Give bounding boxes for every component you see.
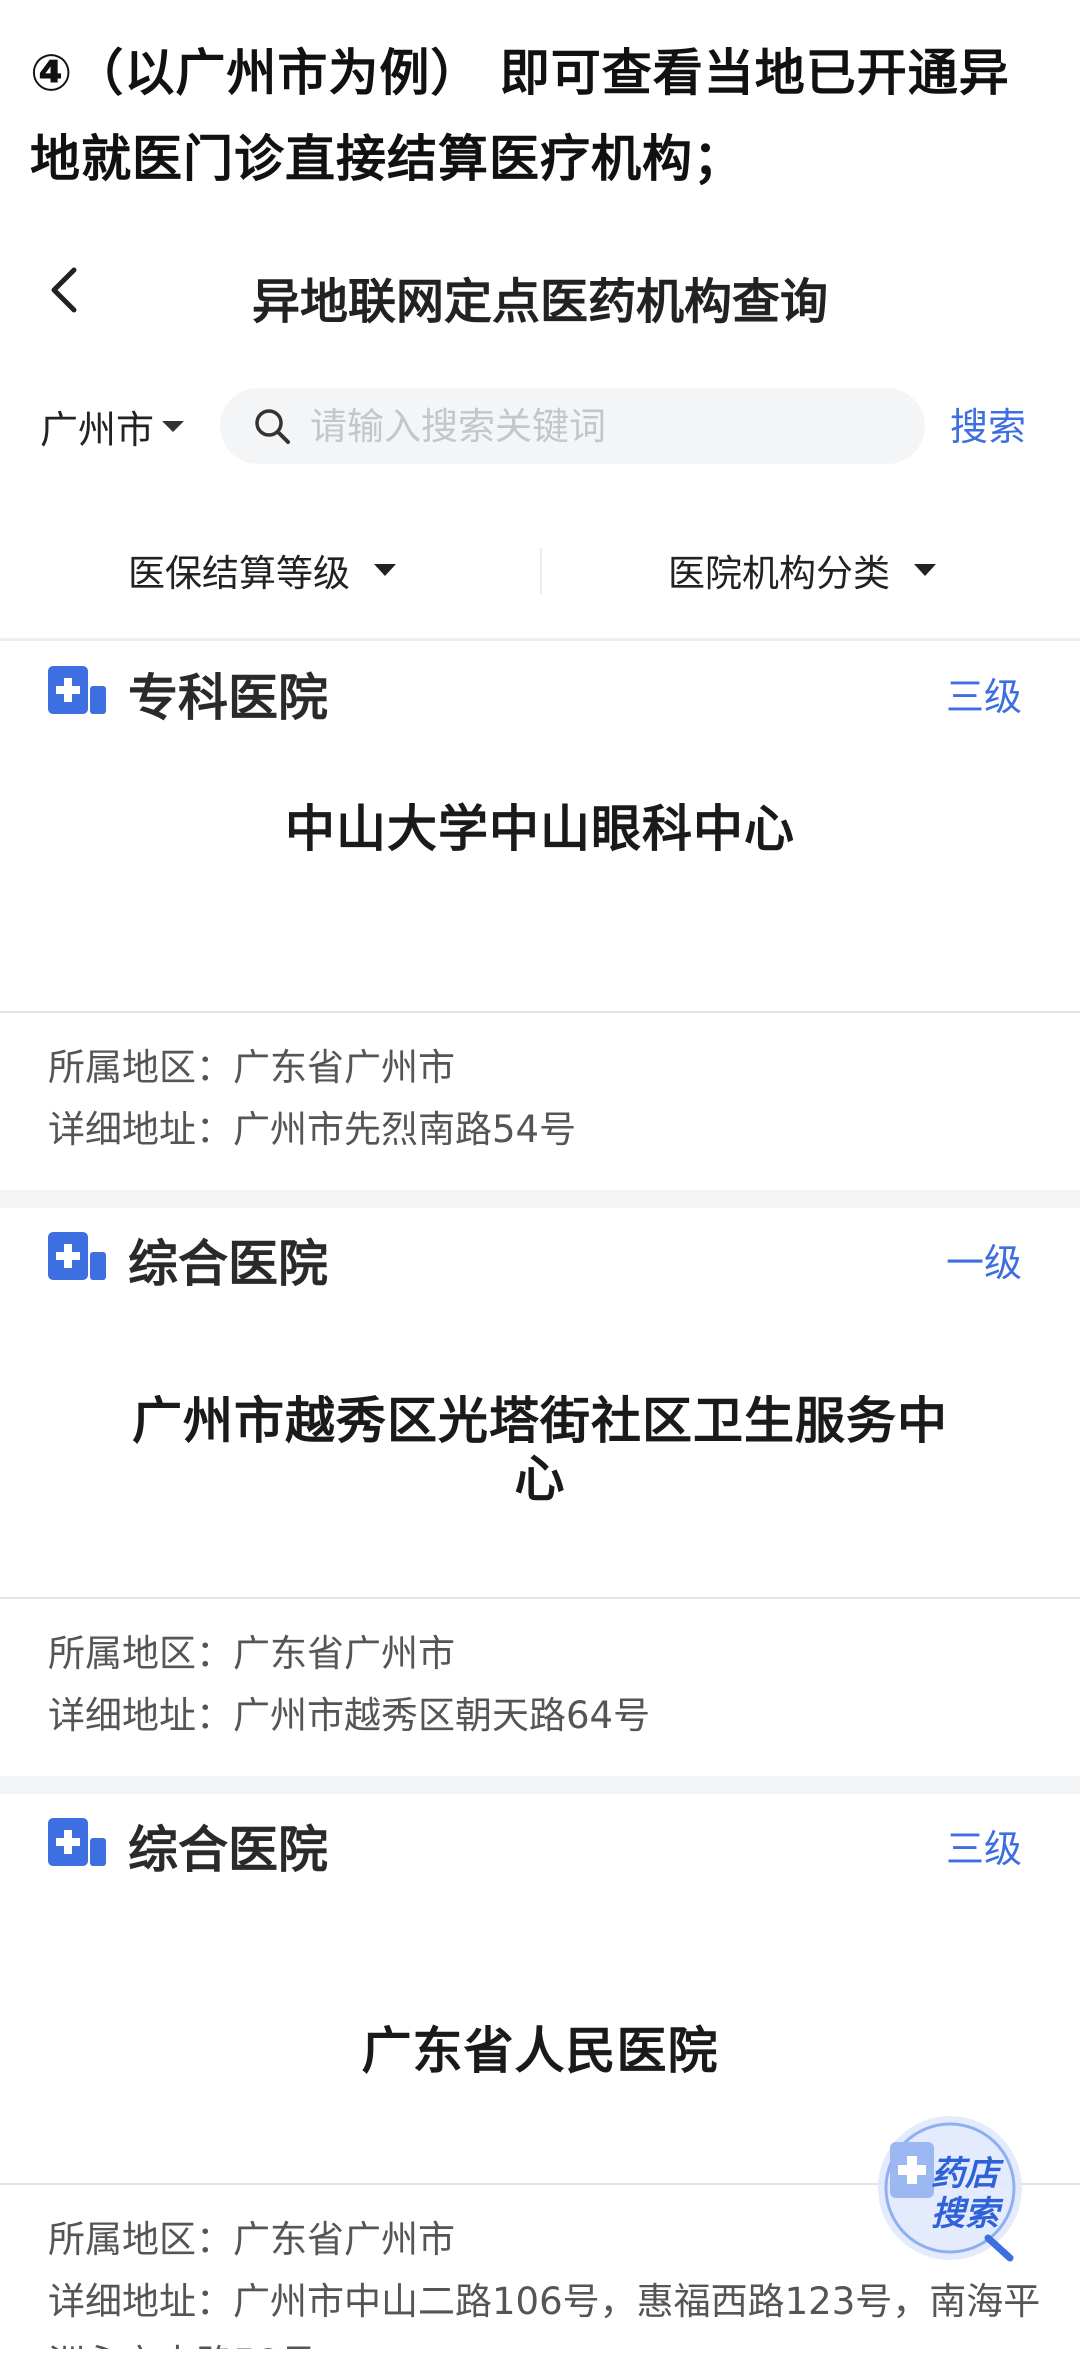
card-header: 专科医院 三级	[0, 644, 1080, 754]
pharmacy-search-text: 药店搜索	[931, 2154, 999, 2234]
hospital-name: 广州市越秀区光塔街社区卫生服务中心	[132, 1392, 948, 1508]
region-row: 所属地区：广东省广州市	[48, 1037, 1048, 1099]
address-row: 详细地址：广州市先烈南路54号	[48, 1099, 1048, 1161]
city-selector[interactable]: 广州市	[40, 396, 185, 456]
address-value: 广州市先烈南路54号	[233, 1108, 577, 1151]
search-box	[220, 388, 925, 464]
result-card[interactable]: 综合医院 一级 广州市越秀区光塔街社区卫生服务中心 所属地区：广东省广州市 详细…	[0, 1210, 1080, 1780]
card-header: 综合医院 一级	[0, 1210, 1080, 1320]
name-area: 广州市越秀区光塔街社区卫生服务中心	[0, 1380, 1080, 1520]
divider	[0, 1597, 1080, 1599]
hospital-level: 一级	[945, 1241, 1022, 1285]
caret-down-icon	[374, 564, 396, 576]
divider	[0, 638, 1080, 641]
region-value: 广东省广州市	[233, 2218, 455, 2261]
address-label: 详细地址：	[48, 2280, 233, 2323]
filter-divider	[540, 548, 542, 594]
instruction-caption: ④（以广州市为例） 即可查看当地已开通异地就医门诊直接结算医疗机构；	[30, 44, 1010, 188]
region-value: 广东省广州市	[233, 1046, 455, 1089]
address-label: 详细地址：	[48, 1108, 233, 1151]
card-gap	[0, 1776, 1080, 1794]
card-gap	[0, 1190, 1080, 1208]
divider	[0, 1011, 1080, 1013]
hospital-category: 综合医院	[128, 1821, 328, 1879]
filter-settlement-level[interactable]: 医保结算等级	[128, 540, 396, 600]
hospital-cross-icon	[48, 1232, 106, 1280]
filter-label: 医院机构分类	[668, 552, 890, 595]
caret-down-icon	[914, 564, 936, 576]
region-label: 所属地区：	[48, 2218, 233, 2261]
search-input[interactable]	[308, 403, 892, 449]
filter-bar: 医保结算等级 医院机构分类	[0, 530, 1080, 610]
hospital-cross-icon	[48, 666, 106, 714]
nav-bar: 异地联网定点医药机构查询	[0, 240, 1080, 340]
address-row: 详细地址：广州市中山二路106号，惠福西路123号，南海平洲永安中路58号	[48, 2271, 1048, 2349]
city-label: 广州市	[40, 407, 155, 452]
search-button[interactable]: 搜索	[950, 396, 1026, 451]
region-label: 所属地区：	[48, 1046, 233, 1089]
result-card[interactable]: 综合医院 三级 广东省人民医院 所属地区：广东省广州市 详细地址：广州市中山二路…	[0, 1796, 1080, 2354]
name-area: 广东省人民医院	[0, 1976, 1080, 2126]
search-bar: 广州市 搜索	[0, 382, 1080, 470]
filter-label: 医保结算等级	[128, 552, 350, 595]
hospital-info: 所属地区：广东省广州市 详细地址：广州市越秀区朝天路64号	[48, 1623, 1048, 1747]
hospital-name: 广东省人民医院	[361, 2022, 719, 2080]
hospital-level: 三级	[945, 1827, 1022, 1871]
hospital-cross-icon	[48, 1818, 106, 1866]
hospital-info: 所属地区：广东省广州市 详细地址：广州市先烈南路54号	[48, 1037, 1048, 1161]
name-area: 中山大学中山眼科中心	[0, 754, 1080, 904]
region-value: 广东省广州市	[233, 1632, 455, 1675]
page-title: 异地联网定点医药机构查询	[251, 274, 828, 330]
hospital-category: 专科医院	[128, 669, 328, 727]
region-row: 所属地区：广东省广州市	[48, 1623, 1048, 1685]
address-row: 详细地址：广州市越秀区朝天路64号	[48, 1685, 1048, 1747]
result-card[interactable]: 专科医院 三级 中山大学中山眼科中心 所属地区：广东省广州市 详细地址：广州市先…	[0, 644, 1080, 1189]
hospital-category: 综合医院	[128, 1235, 328, 1293]
region-label: 所属地区：	[48, 1632, 233, 1675]
pharmacy-search-button[interactable]: 药店搜索 药店搜索	[870, 2108, 1030, 2268]
hospital-name: 中山大学中山眼科中心	[285, 800, 795, 858]
caret-down-icon	[162, 420, 185, 432]
address-label: 详细地址：	[48, 1694, 233, 1737]
address-value: 广州市越秀区朝天路64号	[233, 1694, 651, 1737]
hospital-level: 三级	[945, 675, 1022, 719]
filter-institution-category[interactable]: 医院机构分类	[668, 540, 936, 600]
card-header: 综合医院 三级	[0, 1796, 1080, 1906]
search-icon	[255, 409, 290, 444]
